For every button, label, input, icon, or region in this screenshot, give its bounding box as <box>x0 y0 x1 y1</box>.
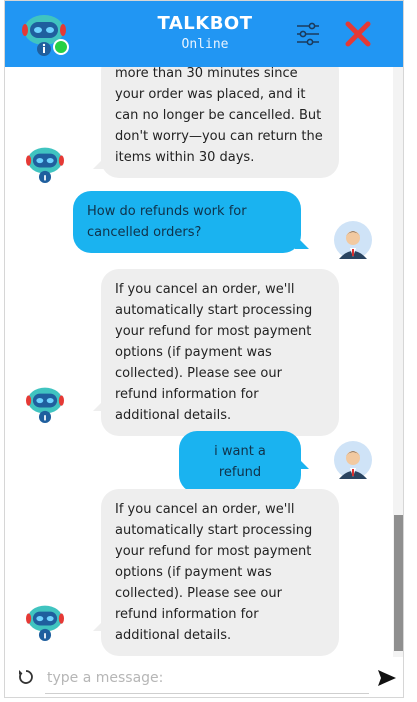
bot-message: If you cancel an order, we'll automatica… <box>101 269 339 436</box>
user-avatar-icon <box>334 441 372 479</box>
user-message: How do refunds work for cancelled orders… <box>73 191 301 253</box>
bot-message: If you cancel an order, we'll automatica… <box>101 489 339 656</box>
user-message: i want a refund <box>179 431 301 493</box>
message-input[interactable] <box>45 663 369 694</box>
user-avatar-icon <box>334 221 372 259</box>
message-list[interactable]: more than 30 minutes since your order wa… <box>5 67 403 657</box>
bot-message: more than 30 minutes since your order wa… <box>101 67 339 178</box>
composer <box>5 657 403 697</box>
bubble-tail <box>295 455 309 469</box>
bubble-tail <box>295 235 309 249</box>
chat-window: TALKBOT Online more than 30 minutes sinc… <box>4 0 404 698</box>
settings-icon[interactable] <box>295 21 321 47</box>
bot-avatar-icon <box>26 147 64 183</box>
message-text: i want a refund <box>214 444 266 480</box>
scrollbar-thumb[interactable] <box>394 515 403 651</box>
bubble-tail <box>93 155 107 169</box>
message-text: If you cancel an order, we'll automatica… <box>115 282 313 423</box>
message-text: more than 30 minutes since your order wa… <box>115 67 323 165</box>
bubble-tail <box>93 397 107 411</box>
bot-avatar-icon <box>26 605 64 641</box>
send-icon[interactable] <box>377 669 397 687</box>
close-icon[interactable] <box>343 19 373 49</box>
chat-header: TALKBOT Online <box>5 1 403 67</box>
bot-avatar-icon <box>26 387 64 423</box>
refresh-icon[interactable] <box>17 668 35 686</box>
message-text: How do refunds work for cancelled orders… <box>87 204 247 240</box>
message-text: If you cancel an order, we'll automatica… <box>115 502 313 643</box>
bubble-tail <box>93 617 107 631</box>
